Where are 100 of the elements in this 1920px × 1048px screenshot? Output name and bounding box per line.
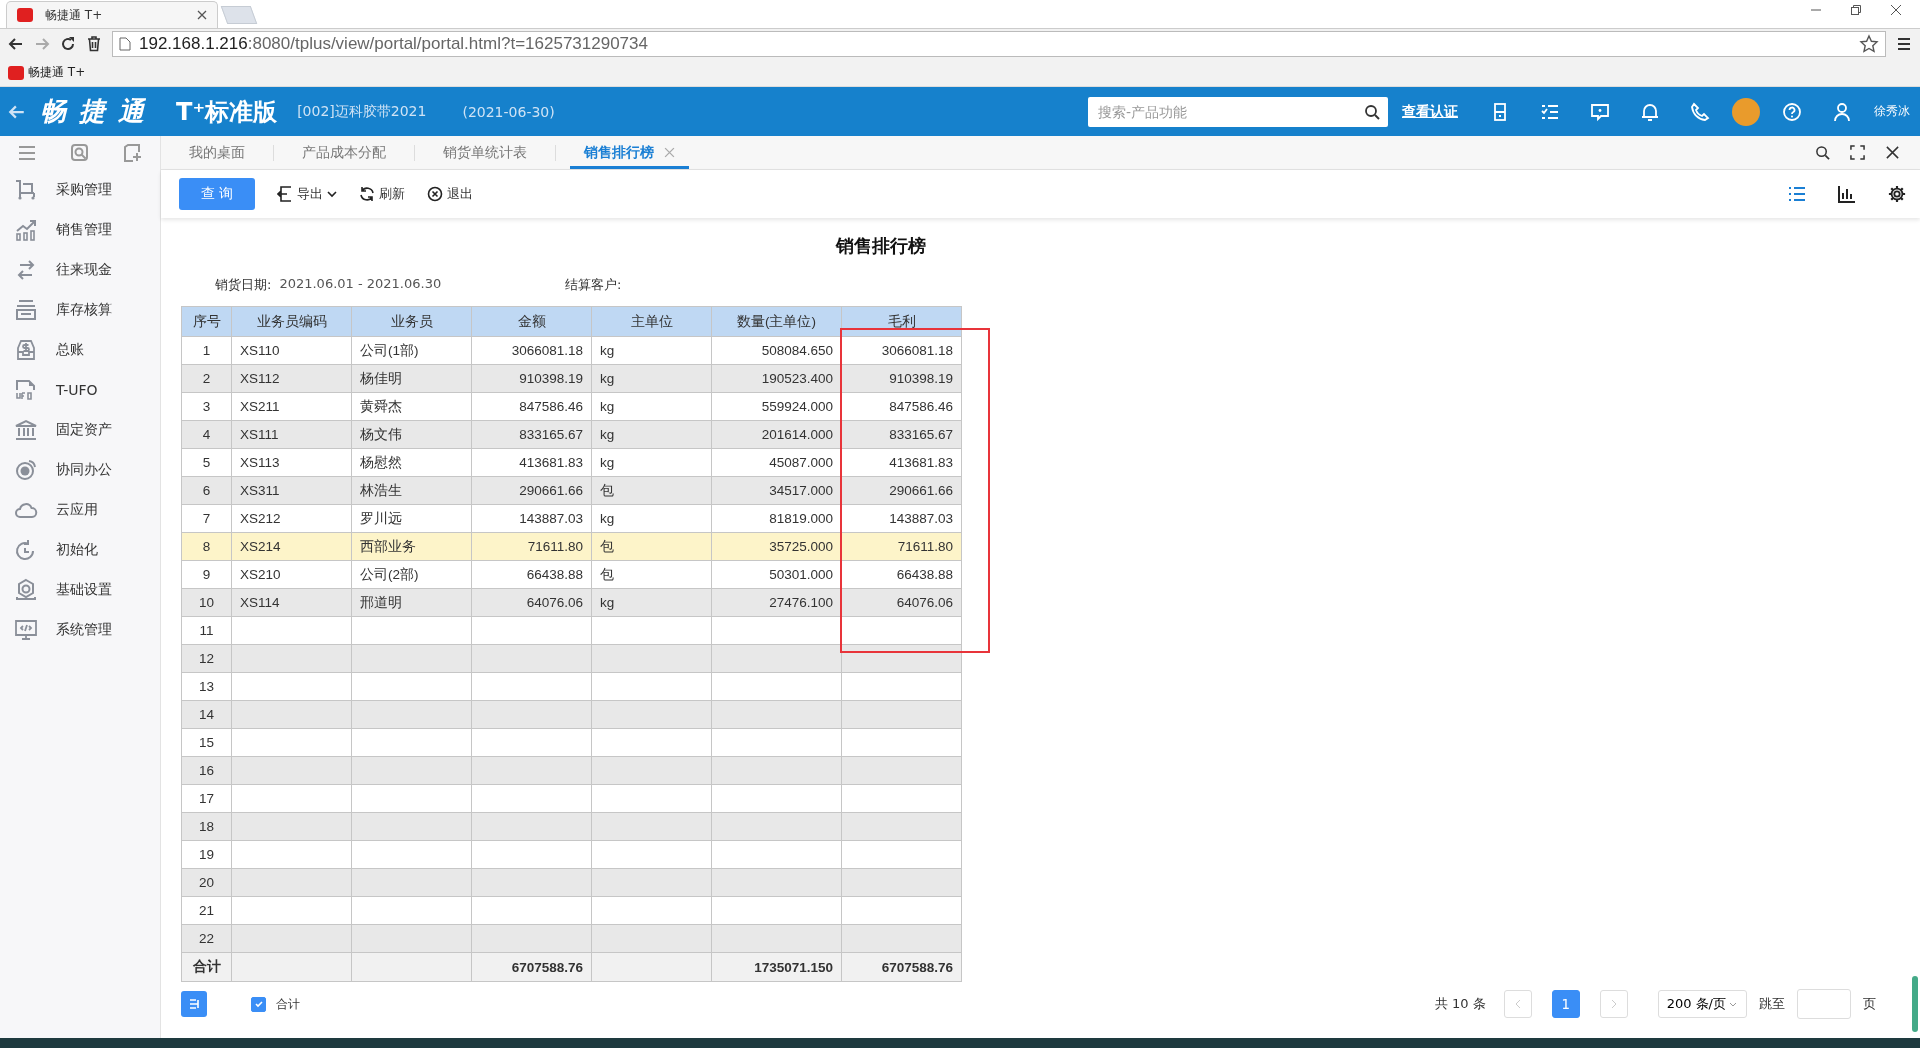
table-cell: 35725.000 — [769, 539, 833, 554]
verify-link[interactable]: 查看认证 — [1402, 102, 1458, 121]
sidebar-item[interactable]: 采购管理 — [0, 170, 160, 210]
sidebar-item[interactable]: 基础设置 — [0, 570, 160, 610]
total-checkbox[interactable]: 合计 — [251, 995, 300, 1013]
table-row[interactable]: 13 — [181, 672, 962, 701]
table-cell: XS113 — [240, 455, 280, 470]
table-row[interactable]: 12 — [181, 644, 962, 673]
sidebar-item[interactable]: 协同办公 — [0, 450, 160, 490]
reload-icon[interactable] — [60, 36, 76, 52]
chevron-left-icon — [1513, 999, 1522, 1009]
close-icon[interactable] — [1885, 145, 1900, 160]
column-header[interactable]: 业务员 — [351, 306, 472, 337]
table-row[interactable]: 2 XS112 杨佳明 910398.19 kg 190523.400 910398.19 — [181, 364, 962, 393]
table-row[interactable]: 16 — [181, 756, 962, 785]
scrollbar-thumb[interactable] — [1912, 976, 1918, 1032]
table-row[interactable]: 1 XS110 公司(1部) 3066081.18 kg 508084.650 3066081.18 — [181, 336, 962, 365]
table-cell: kg — [600, 455, 615, 470]
table-cell: 22 — [199, 931, 214, 946]
phone-icon[interactable] — [1690, 101, 1710, 122]
back-icon[interactable] — [8, 36, 24, 52]
table-cell: XS212 — [240, 511, 281, 526]
page-input[interactable] — [1797, 989, 1851, 1019]
list-view-icon[interactable] — [1788, 185, 1806, 203]
browser-tab[interactable]: 畅捷通 T+ — [6, 1, 218, 28]
table-cell: 7 — [202, 511, 211, 526]
table-cell: 71611.80 — [897, 539, 953, 554]
restore-icon[interactable] — [1850, 4, 1862, 16]
sidebar-item[interactable]: 系统管理 — [0, 610, 160, 650]
search-field[interactable]: 搜索-产品功能 — [1088, 96, 1388, 127]
exit-button[interactable]: 退出 — [427, 185, 473, 203]
table-row[interactable]: 17 — [181, 784, 962, 813]
table-row[interactable]: 11 — [181, 616, 962, 645]
table-cell: 12 — [199, 651, 214, 666]
table-row[interactable]: 18 — [181, 812, 962, 841]
table-row[interactable]: 3 XS211 黄舜杰 847586.46 kg 559924.000 847586.46 — [181, 392, 962, 421]
table-row[interactable]: 10 XS114 邢道明 64076.06 kg 27476.100 64076.06 — [181, 588, 962, 617]
refresh-button[interactable]: 刷新 — [359, 185, 405, 203]
settings-icon[interactable] — [1888, 185, 1906, 203]
column-header[interactable]: 金额 — [471, 306, 592, 337]
column-header[interactable]: 毛利 — [841, 306, 962, 337]
table-cell: kg — [600, 343, 615, 358]
sidebar-item[interactable]: 云应用 — [0, 490, 160, 530]
star-icon[interactable] — [1859, 34, 1879, 54]
message-icon[interactable] — [1590, 101, 1610, 122]
tab[interactable]: 我的桌面 — [175, 136, 259, 169]
help-icon[interactable] — [1782, 101, 1802, 122]
table-cell: 64076.06 — [896, 595, 953, 610]
table-row[interactable]: 21 — [181, 896, 962, 925]
page-size-dropdown[interactable]: 200 条/页 — [1657, 990, 1747, 1018]
table-row[interactable]: 6 XS311 林浩生 290661.66 包 34517.000 290661.66 — [181, 476, 962, 505]
table-row[interactable]: 14 — [181, 700, 962, 729]
column-header[interactable]: 主单位 — [591, 306, 712, 337]
table-row[interactable]: 5 XS113 杨慰然 413681.83 kg 45087.000 413681.83 — [181, 448, 962, 477]
column-header[interactable]: 业务员编码 — [231, 306, 352, 337]
tab[interactable]: 销售排行榜 — [570, 136, 689, 169]
table-cell: 20 — [199, 875, 214, 890]
fullscreen-icon[interactable] — [1850, 145, 1865, 160]
address-bar[interactable]: 192.168.1.216:8080/tplus/view/portal/portal.html?t=1625731290734 — [112, 31, 1886, 57]
sidebar-item[interactable]: 总账 — [0, 330, 160, 370]
menu-icon[interactable] — [1896, 36, 1912, 52]
trash-icon[interactable] — [86, 36, 102, 52]
close-icon[interactable] — [1890, 4, 1902, 16]
table-cell: 3066081.18 — [511, 343, 583, 358]
table-row[interactable]: 22 — [181, 924, 962, 953]
table-row[interactable]: 19 — [181, 840, 962, 869]
table-row[interactable]: 4 XS111 杨文伟 833165.67 kg 201614.000 833165.67 — [181, 420, 962, 449]
sidebar-item[interactable]: 初始化 — [0, 530, 160, 570]
user-icon[interactable] — [1832, 101, 1852, 122]
sidebar-item[interactable]: 销售管理 — [0, 210, 160, 250]
tab[interactable]: 销货单统计表 — [429, 136, 541, 169]
column-settings-button[interactable] — [181, 991, 207, 1017]
table-cell: 413681.83 — [889, 455, 953, 470]
sidebar-item[interactable]: 往来现金 — [0, 250, 160, 290]
close-icon[interactable] — [197, 10, 207, 20]
table-cell: 833165.67 — [519, 427, 583, 442]
sidebar-item[interactable]: 库存核算 — [0, 290, 160, 330]
table-row[interactable]: 20 — [181, 868, 962, 897]
tab[interactable]: 产品成本分配 — [288, 136, 400, 169]
search-icon[interactable] — [1815, 145, 1830, 160]
checkbox[interactable] — [251, 996, 266, 1012]
table-row[interactable]: 7 XS212 罗川远 143887.03 kg 81819.000 143887.03 — [181, 504, 962, 533]
table-cell: 公司(1部) — [360, 342, 419, 358]
table-cell: 16 — [199, 763, 214, 778]
bell-icon[interactable] — [1640, 101, 1660, 122]
filter-label: 结算客户: — [565, 276, 622, 294]
column-header[interactable]: 数量(主单位) — [711, 306, 842, 337]
bookmark-link[interactable]: 畅捷通 T+ — [28, 64, 86, 81]
sidebar-item[interactable]: T-UFO — [0, 370, 160, 410]
user-name[interactable]: 徐秀冰 — [1874, 103, 1910, 120]
table-row[interactable]: 9 XS210 公司(2部) 66438.88 包 50301.000 66438.88 — [181, 560, 962, 589]
export-button[interactable]: 导出 — [277, 185, 337, 203]
sidebar-item[interactable]: 固定资产 — [0, 410, 160, 450]
bar-chart-icon[interactable] — [1838, 185, 1856, 203]
add-page-icon[interactable] — [123, 143, 144, 163]
table-row[interactable]: 15 — [181, 728, 962, 757]
table-row[interactable]: 8 XS214 西部业务 71611.80 包 35725.000 71611.80 — [181, 532, 962, 561]
search-icon[interactable] — [1364, 103, 1380, 120]
table-cell: 2 — [202, 371, 211, 386]
column-header[interactable]: 序号 — [181, 306, 232, 337]
